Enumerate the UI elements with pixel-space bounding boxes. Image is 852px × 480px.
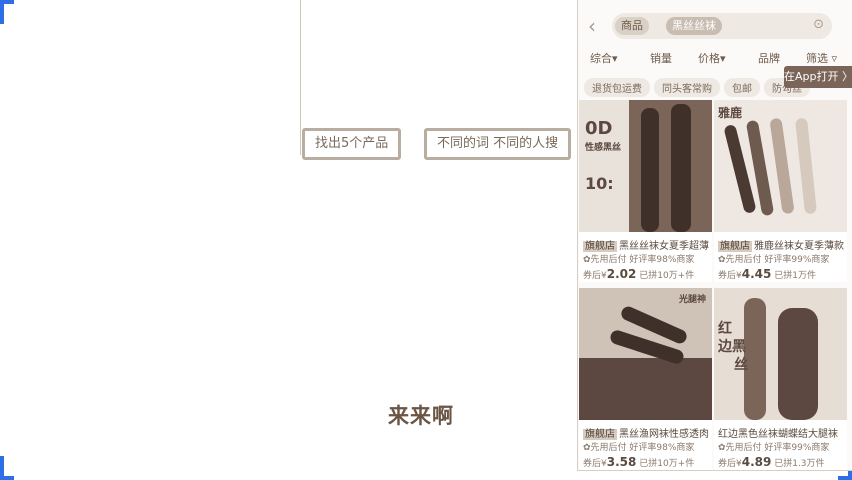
product-price: 券后¥3.58 已拼10万+件	[583, 455, 695, 469]
product-image: 光腿神	[579, 288, 712, 420]
product-image: 雅鹿	[714, 100, 847, 232]
task-tag-find-products: 找出5个产品	[302, 128, 402, 160]
search-scope-chip[interactable]: 商品	[615, 17, 649, 35]
filter-chip[interactable]: 退货包运费	[584, 78, 650, 97]
sort-sales[interactable]: 销量	[650, 50, 672, 66]
search-icon[interactable]: ⊙	[813, 17, 824, 32]
product-title: 旗舰店 雅鹿丝袜女夏季薄款	[718, 241, 844, 252]
filter-chip[interactable]: 包邮	[724, 78, 760, 97]
product-service: ✿先用后付 好评率99%商家	[718, 255, 830, 265]
product-card[interactable]: 雅鹿 旗舰店 雅鹿丝袜女夏季薄款 ✿先用后付 好评率99%商家 券后¥4.45 已…	[714, 100, 847, 282]
filter-chips: 退货包运费 同头客常购 包邮 防勾丝	[584, 78, 814, 97]
sort-price[interactable]: 价格▾	[698, 50, 726, 66]
sort-comprehensive[interactable]: 综合▾	[590, 50, 618, 66]
corner-marker-bottom-right	[838, 476, 852, 480]
product-title: 旗舰店 黑丝渔网袜性感透肉	[583, 429, 709, 440]
back-arrow-icon[interactable]: ‹	[588, 14, 596, 38]
divider-line	[300, 0, 301, 155]
product-card[interactable]: 红 边黑 丝 红边黑色丝袜蝴蝶结大腿袜 ✿先用后付 好评率99%商家 券后¥4.…	[714, 288, 847, 470]
product-image: 0D 性感黑丝 10:	[579, 100, 712, 232]
product-card[interactable]: 光腿神 旗舰店 黑丝渔网袜性感透肉 ✿先用后付 好评率98%商家 券后¥3.58 …	[579, 288, 712, 470]
corner-marker-top-left	[0, 0, 14, 4]
product-title: 红边黑色丝袜蝴蝶结大腿袜	[718, 429, 838, 440]
filter-chip[interactable]: 同头客常购	[654, 78, 720, 97]
sort-filter[interactable]: 筛选 ▿	[806, 50, 837, 66]
search-bar: ‹ 商品 黑丝丝袜 ⊙	[578, 10, 852, 44]
product-service: ✿先用后付 好评率98%商家	[583, 443, 695, 453]
product-service: ✿先用后付 好评率98%商家	[583, 255, 695, 265]
product-card[interactable]: 0D 性感黑丝 10: 旗舰店 黑丝丝袜女夏季超薄 ✿先用后付 好评率98%商家 …	[579, 100, 712, 282]
corner-marker-bottom-left	[0, 476, 14, 480]
task-tag-different-words: 不同的词 不同的人搜	[424, 128, 572, 160]
search-keyword-chip[interactable]: 黑丝丝袜	[666, 17, 722, 35]
sort-brand[interactable]: 品牌	[758, 50, 780, 66]
product-image: 红 边黑 丝	[714, 288, 847, 420]
product-price: 券后¥4.45 已拼1万件	[718, 267, 816, 281]
open-in-app-button[interactable]: 在App打开 〉	[784, 66, 852, 88]
subtitle-caption: 来来啊	[388, 404, 454, 428]
phone-screen: ‹ 商品 黑丝丝袜 ⊙ 综合▾ 销量 价格▾ 品牌 筛选 ▿ 退货包运费 同头客常…	[577, 0, 852, 471]
product-price: 券后¥4.89 已拼1.3万件	[718, 455, 825, 469]
search-input[interactable]: 商品 黑丝丝袜 ⊙	[612, 13, 832, 39]
product-service: ✿先用后付 好评率99%商家	[718, 443, 830, 453]
product-price: 券后¥2.02 已拼10万+件	[583, 267, 695, 281]
product-title: 旗舰店 黑丝丝袜女夏季超薄	[583, 241, 709, 252]
